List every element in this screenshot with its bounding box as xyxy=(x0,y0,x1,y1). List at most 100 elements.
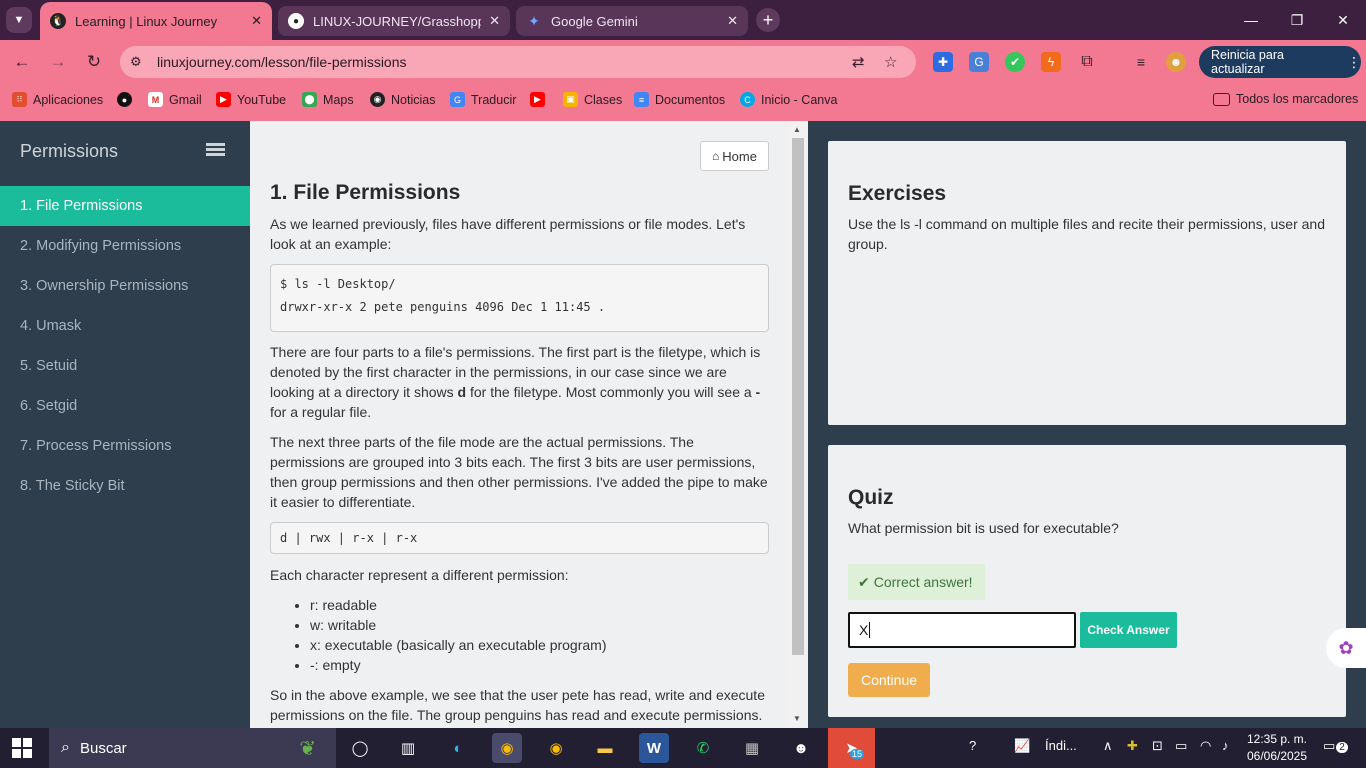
help-icon[interactable]: ? xyxy=(969,738,976,753)
news-icon: ◉ xyxy=(370,92,385,107)
bookmark-label: Noticias xyxy=(391,92,436,107)
scroll-down-icon[interactable]: ▼ xyxy=(793,714,801,723)
bookmark-canva[interactable]: C Inicio - Canva xyxy=(740,92,837,107)
bookmark-star-icon[interactable]: ☆ xyxy=(884,53,897,71)
tray-app-icon[interactable]: ✚ xyxy=(1127,738,1138,754)
close-icon[interactable]: ✕ xyxy=(251,13,262,29)
home-label: Home xyxy=(722,148,757,164)
translate-icon[interactable]: ⇄ xyxy=(852,53,865,71)
tab-label: LINUX-JOURNEY/Grasshopper/ xyxy=(313,13,481,29)
exercises-text: Use the ls -l command on multiple files … xyxy=(848,216,1325,252)
word-icon[interactable]: W xyxy=(639,733,669,763)
task-view-icon[interactable]: ▥ xyxy=(393,733,423,763)
bookmark-classroom[interactable]: ▣ Clases xyxy=(563,92,622,107)
bookmark-translate[interactable]: G Traducir xyxy=(450,92,516,107)
media-control-icon[interactable]: ≡ xyxy=(1131,52,1151,72)
bookmark-label: YouTube xyxy=(237,92,287,107)
notifications-icon[interactable]: ▭ 2 xyxy=(1323,738,1348,754)
tab-gemini[interactable]: ✦ Google Gemini ✕ xyxy=(516,6,748,36)
check-answer-button[interactable]: Check Answer xyxy=(1080,612,1177,648)
google-translate-icon[interactable]: G xyxy=(969,52,989,72)
chrome-icon[interactable]: ◉ xyxy=(541,733,571,763)
close-window-icon[interactable]: ✕ xyxy=(1320,0,1366,40)
stocks-icon[interactable]: 📈 xyxy=(1014,738,1030,754)
back-icon[interactable]: ← xyxy=(10,50,34,74)
tab-github[interactable]: ● LINUX-JOURNEY/Grasshopper/ ✕ xyxy=(278,6,510,36)
close-icon[interactable]: ✕ xyxy=(489,13,500,29)
restore-icon[interactable]: ❐ xyxy=(1274,0,1320,40)
bookmark-maps[interactable]: ⬤ Maps xyxy=(302,92,354,107)
sidebar-item-setgid[interactable]: 6. Setgid xyxy=(0,386,250,426)
windows-start-icon[interactable] xyxy=(12,738,32,758)
continue-button[interactable]: Continue xyxy=(848,663,930,697)
taskbar-clock[interactable]: 12:35 p. m. 06/06/2025 xyxy=(1243,731,1311,765)
scroll-up-icon[interactable]: ▲ xyxy=(793,125,801,134)
battery-icon[interactable]: ▭ xyxy=(1175,738,1187,754)
reload-icon[interactable]: ↻ xyxy=(82,50,106,74)
quiz-panel: Quiz What permission bit is used for exe… xyxy=(828,445,1346,717)
tab-label: Google Gemini xyxy=(551,13,638,29)
sidebar-item-modifying-permissions[interactable]: 2. Modifying Permissions xyxy=(0,226,250,266)
scrollbar-thumb[interactable] xyxy=(792,138,804,655)
folder-icon xyxy=(1213,92,1230,106)
brain-extension-icon[interactable]: ✿ xyxy=(1326,628,1366,668)
add-extension-icon[interactable]: ✚ xyxy=(933,52,953,72)
close-icon[interactable]: ✕ xyxy=(727,13,738,29)
sidebar-item-file-permissions[interactable]: 1. File Permissions xyxy=(0,186,250,226)
menu-icon[interactable] xyxy=(206,143,225,159)
wifi-icon[interactable]: ◠ xyxy=(1200,738,1211,754)
puzzle-icon[interactable]: ⧉ xyxy=(1077,52,1097,72)
home-button[interactable]: ⌂ Home xyxy=(700,141,769,171)
lesson-sidebar: Permissions 1. File Permissions 2. Modif… xyxy=(0,121,250,728)
sidebar-item-sticky-bit[interactable]: 8. The Sticky Bit xyxy=(0,466,250,506)
bookmark-label: Inicio - Canva xyxy=(761,92,838,107)
more-icon[interactable]: ⋮ xyxy=(1347,54,1361,71)
forward-icon[interactable]: → xyxy=(46,50,70,74)
text-cursor xyxy=(869,622,871,638)
bolt-extension-icon[interactable]: ϟ xyxy=(1041,52,1061,72)
site-info-icon[interactable]: ⚙ xyxy=(130,54,152,70)
code-line: $ ls -l Desktop/ xyxy=(280,277,396,291)
app-avatar-icon[interactable]: ☻ xyxy=(786,733,816,763)
telegram-icon[interactable]: ➤ 15 xyxy=(828,728,875,768)
bookmark-label: Clases xyxy=(584,92,623,107)
new-tab-button[interactable]: + xyxy=(756,8,780,32)
bookmark-news[interactable]: ◉ Noticias xyxy=(370,92,435,107)
tray-expand-icon[interactable]: ∧ xyxy=(1103,738,1113,754)
address-bar[interactable]: ⚙ linuxjourney.com/lesson/file-permissio… xyxy=(120,46,916,78)
chrome-profile-icon[interactable]: ◉ xyxy=(492,733,522,763)
check-extension-icon[interactable]: ✔ xyxy=(1005,52,1025,72)
tab-linux-journey[interactable]: 🐧 Learning | Linux Journey ✕ xyxy=(40,2,272,40)
minimize-icon[interactable]: — xyxy=(1228,0,1274,40)
whatsapp-icon[interactable]: ✆ xyxy=(688,733,718,763)
url-text[interactable]: linuxjourney.com/lesson/file-permissions xyxy=(157,54,407,70)
weather-label[interactable]: Índi... xyxy=(1045,738,1077,753)
bookmark-youtube-2[interactable]: ▶ xyxy=(530,92,551,107)
file-explorer-icon[interactable]: ▬ xyxy=(590,733,620,763)
volume-icon[interactable]: ♪ xyxy=(1222,738,1229,753)
bookmark-github[interactable]: ● xyxy=(117,92,138,107)
lesson-intro: As we learned previously, files have dif… xyxy=(270,216,746,252)
sidebar-item-process-permissions[interactable]: 7. Process Permissions xyxy=(0,426,250,466)
bookmark-gmail[interactable]: M Gmail xyxy=(148,92,202,107)
taskbar-search[interactable]: ⌕ Buscar ❦ xyxy=(49,728,336,768)
edge-icon[interactable]: ◐ xyxy=(443,733,473,763)
restart-update-button[interactable]: Reinicia para actualizar ⋮ xyxy=(1199,46,1361,78)
store-icon[interactable]: ▦ xyxy=(737,733,767,763)
all-bookmarks[interactable]: Todos los marcadores xyxy=(1213,92,1358,106)
bookmark-docs[interactable]: ≡ Documentos xyxy=(634,92,725,107)
home-icon: ⌂ xyxy=(712,149,720,163)
cortana-icon[interactable]: ◯ xyxy=(345,733,375,763)
bookmark-apps[interactable]: ⁝⁝ Aplicaciones xyxy=(12,92,103,107)
answer-input[interactable]: X xyxy=(848,612,1076,648)
sidebar-item-umask[interactable]: 4. Umask xyxy=(0,306,250,346)
lesson-scrollbar[interactable]: ▲ ▼ xyxy=(790,121,808,728)
sidebar-item-setuid[interactable]: 5. Setuid xyxy=(0,346,250,386)
profile-avatar[interactable]: ☻ xyxy=(1166,52,1186,72)
search-placeholder: Buscar xyxy=(79,739,127,757)
bookmark-youtube[interactable]: ▶ YouTube xyxy=(216,92,286,107)
code-block-ls: $ ls -l Desktop/ drwxr-xr-x 2 pete pengu… xyxy=(270,264,769,332)
camera-icon[interactable]: ⊡ xyxy=(1152,738,1163,754)
tab-search-button[interactable]: ▼ xyxy=(6,7,32,33)
sidebar-item-ownership-permissions[interactable]: 3. Ownership Permissions xyxy=(0,266,250,306)
